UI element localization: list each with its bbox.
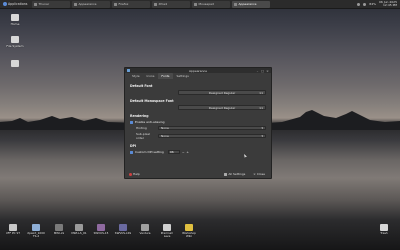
app-icon <box>75 224 83 231</box>
custom-dpi-checkbox[interactable] <box>130 150 133 154</box>
close-button[interactable]: × Close <box>251 172 267 176</box>
dock-item[interactable]: SWVUS-15 <box>92 224 110 235</box>
app-icon <box>32 224 40 231</box>
close-icon: × <box>253 172 256 176</box>
computer-icon <box>9 224 17 231</box>
dpi-spinner[interactable]: 96 − + <box>167 150 189 154</box>
desktop-icon-removable[interactable] <box>4 60 26 67</box>
window-icon <box>194 2 198 6</box>
antialias-checkbox[interactable] <box>130 120 133 124</box>
close-icon[interactable]: × <box>266 69 269 73</box>
dock-item[interactable]: SWVUS-LSS <box>114 224 132 235</box>
trash-icon <box>380 224 388 231</box>
tab-fonts[interactable]: Fonts <box>158 73 173 79</box>
window-icon <box>74 2 78 6</box>
dock-item[interactable]: Xpaint_1000 TS-2 <box>27 224 45 238</box>
window-icon <box>114 2 118 6</box>
app-icon <box>97 224 105 231</box>
tab-icons[interactable]: Icons <box>144 73 158 79</box>
dock-item[interactable]: Workshop Wiki <box>180 224 198 238</box>
app-icon <box>185 224 193 231</box>
antialias-checkbox-row[interactable]: Enable anti-aliasing <box>130 120 266 124</box>
rendering-heading: Rendering <box>130 114 149 118</box>
minimize-icon[interactable]: – <box>256 69 259 73</box>
appearance-icon <box>127 69 130 72</box>
taskbar-item[interactable]: Xfce4 <box>152 0 191 8</box>
help-button[interactable]: Help <box>129 172 140 176</box>
desktop-icon-filesystem[interactable]: File System <box>4 36 26 48</box>
drive-icon <box>11 36 19 43</box>
all-settings-button[interactable]: All Settings <box>222 172 247 176</box>
minus-icon[interactable]: − <box>182 150 185 154</box>
network-icon[interactable] <box>357 2 361 6</box>
xfce-logo-icon <box>3 2 7 6</box>
taskbar-item[interactable]: Appearance <box>72 0 111 8</box>
clock[interactable]: 06 Jun 2025 12:45 PM <box>379 0 397 7</box>
tab-style[interactable]: Style <box>129 73 143 79</box>
dpi-heading: DPI <box>130 144 137 148</box>
chevron-down-icon: ▾ <box>261 126 263 130</box>
monospace-font-button[interactable]: Designed Regular 11 <box>178 105 266 110</box>
taskbar-item[interactable]: Thunar <box>32 0 71 8</box>
monospace-font-heading: Default Monospace Font <box>130 99 174 103</box>
taskbar-item[interactable]: Firefox <box>112 0 151 8</box>
app-icon <box>55 224 63 231</box>
subpixel-order-select[interactable]: None ▾ <box>158 134 266 138</box>
volume-icon[interactable] <box>363 2 367 6</box>
trash-dock-item[interactable]: Trash <box>375 224 393 235</box>
tab-settings[interactable]: Settings <box>174 73 192 79</box>
dock-item[interactable]: MWI-LS_01 <box>70 224 88 235</box>
dock-item[interactable]: MWI-LS <box>50 224 68 235</box>
default-font-button[interactable]: Designed Regular 11 <box>178 90 266 95</box>
window-icon <box>154 2 158 6</box>
taskbar-item[interactable]: Mousepad <box>192 0 231 8</box>
taskbar-item-active[interactable]: Appearance <box>232 0 271 8</box>
top-panel: Applications Thunar Appearance Firefox X… <box>0 0 400 9</box>
chevron-down-icon: ▾ <box>261 134 263 138</box>
home-icon <box>11 14 19 21</box>
battery-indicator[interactable]: 84% <box>369 2 376 6</box>
dock-item[interactable]: Premium Leve <box>158 224 176 238</box>
dock-item[interactable]: XFF PC ST <box>4 224 22 235</box>
plus-icon[interactable]: + <box>186 150 189 154</box>
bottom-dock: XFF PC ST Xpaint_1000 TS-2 MWI-LS MWI-LS… <box>0 224 400 250</box>
settings-icon <box>224 172 228 176</box>
desktop-icon-home[interactable]: Home <box>4 14 26 26</box>
system-tray: 84% 06 Jun 2025 12:45 PM <box>357 0 400 7</box>
window-icon <box>234 2 238 6</box>
hinting-select[interactable]: None ▾ <box>158 126 266 130</box>
dialog-titlebar[interactable]: Appearance – □ × <box>125 68 271 73</box>
appearance-dialog: Appearance – □ × Style Icons Fonts Setti… <box>124 67 272 179</box>
drive-icon <box>11 60 19 67</box>
default-font-heading: Default Font <box>130 84 153 88</box>
maximize-icon[interactable]: □ <box>261 69 264 73</box>
applications-menu-button[interactable]: Applications <box>0 0 30 9</box>
help-icon <box>129 172 132 176</box>
dock-item[interactable]: Ventura <box>136 224 154 235</box>
dialog-footer: Help All Settings × Close <box>125 170 271 178</box>
app-icon <box>141 224 149 231</box>
app-icon <box>163 224 171 231</box>
app-icon <box>119 224 127 231</box>
